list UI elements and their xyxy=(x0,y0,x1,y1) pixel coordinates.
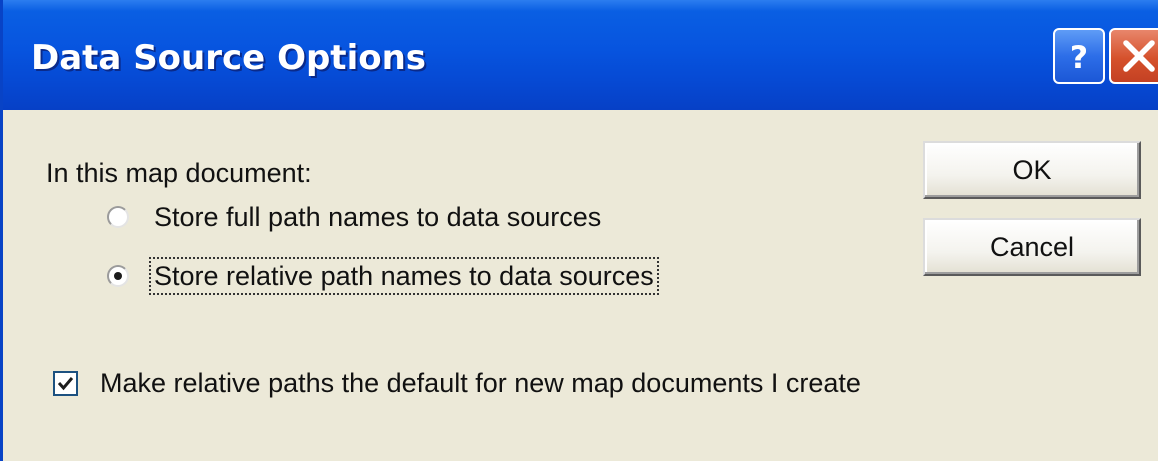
svg-text:?: ? xyxy=(1070,40,1088,76)
title-bar[interactable]: Data Source Options ? xyxy=(3,0,1158,110)
radio-relative-path-label[interactable]: Store relative path names to data source… xyxy=(149,257,659,295)
question-mark-icon: ? xyxy=(1070,40,1088,76)
default-relative-checkbox-row[interactable]: Make relative paths the default for new … xyxy=(53,362,861,404)
help-button[interactable]: ? xyxy=(1053,28,1105,84)
map-document-group-label: In this map document: xyxy=(46,158,312,188)
radio-full-path-label[interactable]: Store full path names to data sources xyxy=(151,200,604,234)
radio-full-path[interactable]: Store full path names to data sources xyxy=(107,197,604,237)
close-x-icon xyxy=(1123,40,1155,72)
ok-button[interactable]: OK xyxy=(923,141,1141,199)
close-button[interactable] xyxy=(1109,28,1158,84)
default-relative-checkbox[interactable] xyxy=(53,370,78,396)
cancel-button[interactable]: Cancel xyxy=(923,218,1141,276)
dialog-window: Data Source Options ? In this map docume… xyxy=(0,0,1158,461)
radio-relative-path[interactable]: Store relative path names to data source… xyxy=(107,256,659,296)
default-relative-checkbox-label[interactable]: Make relative paths the default for new … xyxy=(100,366,861,400)
radio-button-relative-path[interactable] xyxy=(107,265,129,287)
radio-button-full-path[interactable] xyxy=(107,206,129,228)
dialog-title: Data Source Options xyxy=(31,38,427,78)
check-mark-icon xyxy=(57,376,74,390)
dialog-body: In this map document: Store full path na… xyxy=(3,110,1158,461)
